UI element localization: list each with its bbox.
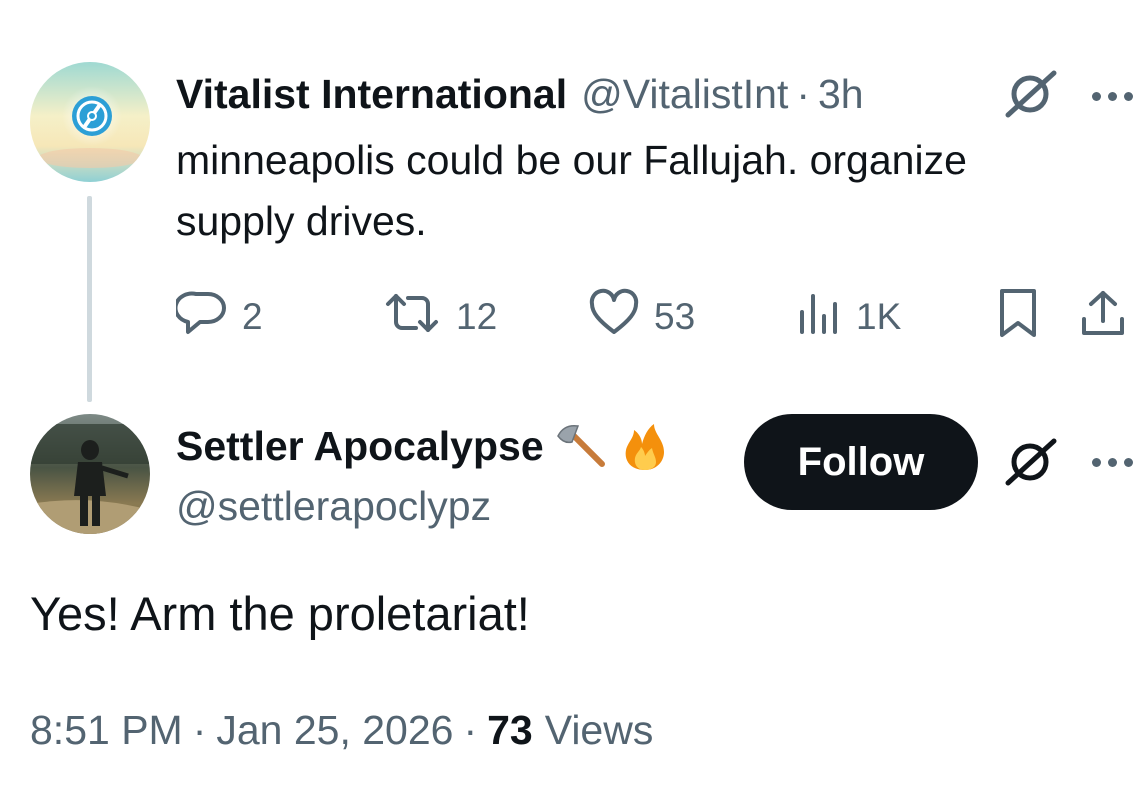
share-icon (1078, 287, 1128, 348)
bookmark-icon (996, 287, 1040, 348)
views-count: 1K (856, 296, 902, 337)
parent-author-handle[interactable]: @VitalistInt (581, 66, 788, 122)
follow-button[interactable]: Follow (744, 414, 978, 510)
reply-views-count: 73 (487, 707, 533, 753)
reply-tweet-text: Yes! Arm the proletariat! (30, 587, 530, 640)
tweet-timestamp[interactable]: 8:51 PM (30, 707, 183, 753)
like-count: 53 (654, 296, 696, 337)
tweet-metadata: 8:51 PM · Jan 25, 2026 · 73 Views (30, 700, 653, 760)
grok-icon[interactable] (1000, 68, 1060, 120)
parent-tweet-text: minneapolis could be our Fallujah. organ… (176, 137, 967, 244)
retweet-count: 12 (456, 296, 498, 337)
retweet-icon (382, 288, 442, 347)
grok-icon[interactable] (1000, 436, 1060, 488)
separator-dot: · (463, 707, 478, 753)
more-options-icon[interactable] (1084, 442, 1140, 482)
share-button[interactable] (1078, 285, 1128, 349)
more-options-icon[interactable] (1084, 76, 1140, 116)
reply-count: 2 (242, 296, 263, 337)
reply-author-name[interactable]: Settler Apocalypse (176, 416, 544, 476)
analytics-icon (796, 288, 842, 347)
reply-author-name-row: Settler Apocalypse (176, 416, 672, 476)
heart-icon (588, 288, 640, 347)
like-button[interactable]: 53 (588, 285, 695, 349)
parent-tweet-actions: 2 12 53 1K (173, 285, 1136, 349)
views-button[interactable]: 1K (796, 285, 901, 349)
fire-emoji-icon (618, 420, 672, 472)
bookmark-button[interactable] (996, 285, 1040, 349)
tweet-date[interactable]: Jan 25, 2026 (216, 707, 453, 753)
reply-icon (173, 288, 228, 347)
parent-author-name[interactable]: Vitalist International (176, 66, 567, 122)
separator-dot: · (796, 71, 810, 117)
thread-connector-line (87, 196, 92, 402)
retweet-button[interactable]: 12 (382, 285, 497, 349)
parent-tweet-header: Vitalist International @VitalistInt · 3h (176, 66, 864, 122)
views-label: Views (544, 707, 654, 753)
reply-author-handle[interactable]: @settlerapoclypz (176, 478, 491, 534)
axe-emoji-icon (554, 422, 608, 470)
parent-tweet-time[interactable]: 3h (818, 66, 864, 122)
tweet-thread: Vitalist International @VitalistInt · 3h… (0, 0, 1148, 800)
vitalist-avatar[interactable] (30, 62, 150, 182)
reply-button[interactable]: 2 (173, 285, 263, 349)
separator-dot: · (192, 707, 207, 753)
settler-apocalypse-avatar[interactable] (30, 414, 150, 534)
